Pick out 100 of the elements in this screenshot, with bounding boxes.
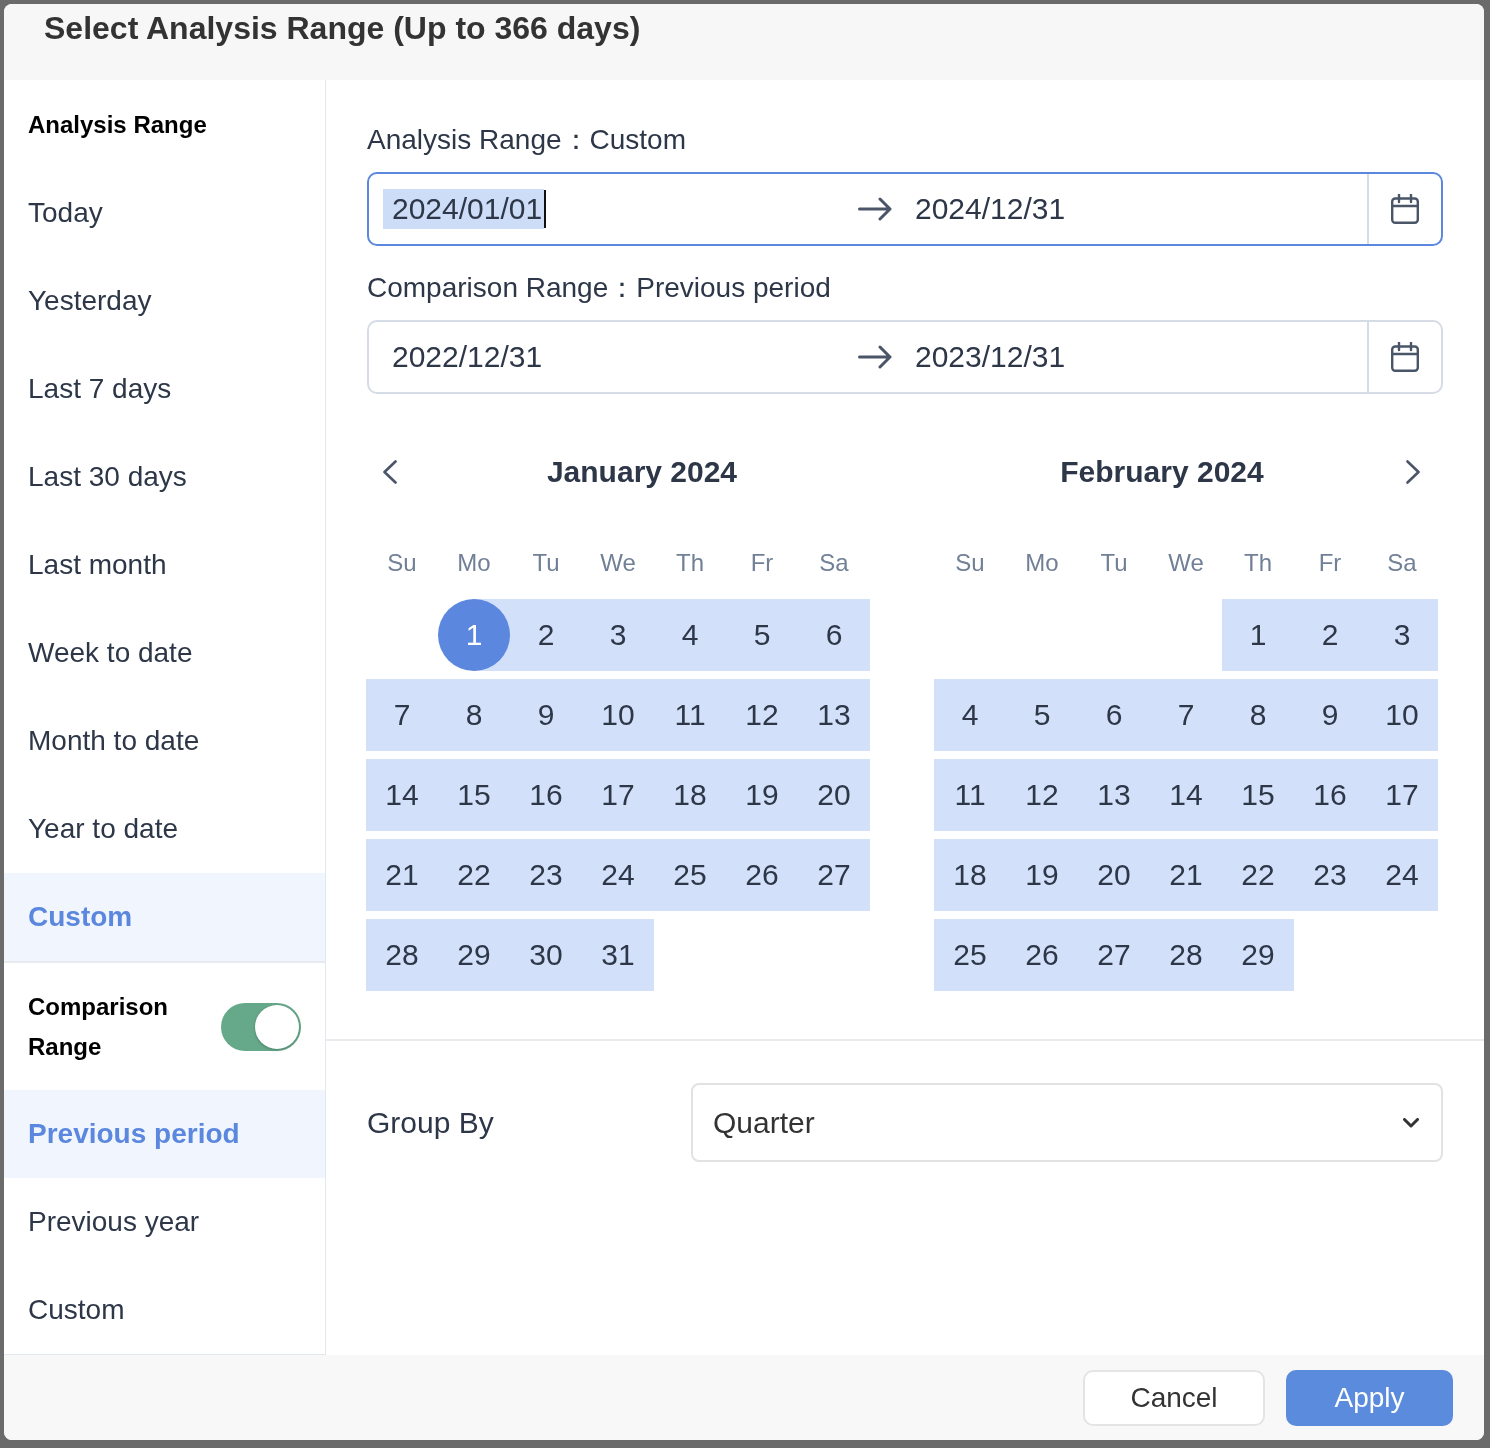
month-title: January 2024 xyxy=(546,455,738,489)
calendar-day[interactable]: 16 xyxy=(510,759,582,831)
text-cursor xyxy=(544,190,547,228)
calendar-day[interactable]: 15 xyxy=(438,759,510,831)
weekday-label: Th xyxy=(1244,549,1272,577)
calendar-day[interactable]: 24 xyxy=(1366,839,1438,911)
cancel-button[interactable]: Cancel xyxy=(1083,1369,1265,1426)
calendar-day[interactable]: 4 xyxy=(654,599,726,671)
calendar-day[interactable]: 18 xyxy=(934,839,1006,911)
chevron-right-icon[interactable] xyxy=(1406,460,1420,484)
calendar-day[interactable]: 10 xyxy=(582,679,654,751)
calendar-day[interactable]: 17 xyxy=(1366,759,1438,831)
calendar-day[interactable]: 7 xyxy=(1150,679,1222,751)
weekday-label: Mo xyxy=(1025,549,1059,577)
calendar-day[interactable]: 4 xyxy=(934,679,1006,751)
calendar-day[interactable]: 7 xyxy=(366,679,438,751)
calendar-day[interactable]: 23 xyxy=(510,839,582,911)
weekday-label: We xyxy=(1168,549,1204,577)
calendar-day[interactable]: 14 xyxy=(366,759,438,831)
date-range-field[interactable]: 2024/01/01 2024/12/31 xyxy=(367,172,1443,246)
calendar-day[interactable]: 15 xyxy=(1222,759,1294,831)
calendar-icon[interactable] xyxy=(1391,342,1419,372)
calendar-day[interactable]: 3 xyxy=(582,599,654,671)
calendar-day[interactable]: 27 xyxy=(1078,919,1150,991)
calendar-day[interactable]: 3 xyxy=(1366,599,1438,671)
sidebar-option[interactable]: Last month xyxy=(4,521,325,609)
calendar-day[interactable]: 28 xyxy=(366,919,438,991)
calendar-day[interactable]: 28 xyxy=(1150,919,1222,991)
chevron-down-icon xyxy=(1403,1117,1419,1128)
sidebar-option[interactable]: Today xyxy=(4,169,325,257)
weekday-label: Th xyxy=(676,549,704,577)
calendar-day[interactable]: 29 xyxy=(438,919,510,991)
end-date-input[interactable]: 2024/12/31 xyxy=(906,189,1068,229)
field-label: Group By xyxy=(367,1105,494,1139)
section-heading: Comparison Range xyxy=(28,991,169,1062)
date-range-field[interactable]: 2022/12/31 2023/12/31 xyxy=(367,320,1443,394)
calendar-day[interactable]: 18 xyxy=(654,759,726,831)
calendar-day[interactable]: 30 xyxy=(510,919,582,991)
toggle-switch[interactable] xyxy=(221,1002,301,1051)
sidebar-option[interactable]: Custom xyxy=(4,1266,325,1354)
arrow-right-icon xyxy=(858,345,892,369)
calendar-day[interactable]: 2 xyxy=(1294,599,1366,671)
calendar-day[interactable]: 29 xyxy=(1222,919,1294,991)
weekday-label: Mo xyxy=(457,549,491,577)
calendar-day[interactable]: 1 xyxy=(438,599,510,671)
group-by-select[interactable]: Quarter xyxy=(691,1083,1443,1162)
calendar-day[interactable]: 2 xyxy=(510,599,582,671)
sidebar-option[interactable]: Yesterday xyxy=(4,257,325,345)
calendar-day[interactable]: 12 xyxy=(726,679,798,751)
calendar-day[interactable]: 19 xyxy=(726,759,798,831)
calendar-day[interactable]: 26 xyxy=(1006,919,1078,991)
calendar-day[interactable]: 8 xyxy=(1222,679,1294,751)
calendar-day[interactable]: 6 xyxy=(798,599,870,671)
calendar-day[interactable]: 16 xyxy=(1294,759,1366,831)
sidebar-option[interactable]: Last 30 days xyxy=(4,433,325,521)
sidebar-option[interactable]: Previous year xyxy=(4,1178,325,1266)
weekday-label: Fr xyxy=(1318,549,1342,577)
start-date-input[interactable]: 2022/12/31 xyxy=(383,337,545,377)
end-date-input[interactable]: 2023/12/31 xyxy=(906,337,1068,377)
calendar-day[interactable]: 6 xyxy=(1078,679,1150,751)
calendar-day[interactable]: 11 xyxy=(654,679,726,751)
sidebar-option[interactable]: Year to date xyxy=(4,785,325,873)
calendar-day[interactable]: 25 xyxy=(654,839,726,911)
sidebar-option[interactable]: Week to date xyxy=(4,609,325,697)
calendar-day[interactable]: 20 xyxy=(798,759,870,831)
dialog-title: Select Analysis Range (Up to 366 days) xyxy=(44,9,641,48)
calendar-day[interactable]: 23 xyxy=(1294,839,1366,911)
sidebar-option[interactable]: Last 7 days xyxy=(4,345,325,433)
calendar-day[interactable]: 22 xyxy=(1222,839,1294,911)
weekday-label: Su xyxy=(955,549,985,577)
calendar-day[interactable]: 17 xyxy=(582,759,654,831)
calendar-day[interactable]: 11 xyxy=(934,759,1006,831)
calendar-day[interactable]: 10 xyxy=(1366,679,1438,751)
calendar-day[interactable]: 31 xyxy=(582,919,654,991)
calendar-day[interactable]: 21 xyxy=(366,839,438,911)
calendar-day[interactable]: 25 xyxy=(934,919,1006,991)
calendar-day[interactable]: 5 xyxy=(726,599,798,671)
month-title: February 2024 xyxy=(1060,455,1264,489)
start-date-input[interactable]: 2024/01/01 xyxy=(383,189,545,229)
calendar-day[interactable]: 24 xyxy=(582,839,654,911)
calendar-day[interactable]: 19 xyxy=(1006,839,1078,911)
chevron-left-icon[interactable] xyxy=(383,460,397,484)
calendar-day[interactable]: 13 xyxy=(798,679,870,751)
calendar-day[interactable]: 13 xyxy=(1078,759,1150,831)
calendar-day[interactable]: 5 xyxy=(1006,679,1078,751)
calendar-day[interactable]: 9 xyxy=(510,679,582,751)
calendar-day[interactable]: 9 xyxy=(1294,679,1366,751)
section-heading: Analysis Range xyxy=(28,110,207,139)
calendar-day[interactable]: 21 xyxy=(1150,839,1222,911)
calendar-day[interactable]: 14 xyxy=(1150,759,1222,831)
weekday-label: Sa xyxy=(819,549,849,577)
calendar-day[interactable]: 12 xyxy=(1006,759,1078,831)
calendar-day[interactable]: 1 xyxy=(1222,599,1294,671)
sidebar-option[interactable]: Month to date xyxy=(4,697,325,785)
calendar-day[interactable]: 8 xyxy=(438,679,510,751)
calendar-day[interactable]: 26 xyxy=(726,839,798,911)
calendar-day[interactable]: 20 xyxy=(1078,839,1150,911)
calendar-day[interactable]: 22 xyxy=(438,839,510,911)
calendar-day[interactable]: 27 xyxy=(798,839,870,911)
calendar-icon[interactable] xyxy=(1391,194,1419,224)
